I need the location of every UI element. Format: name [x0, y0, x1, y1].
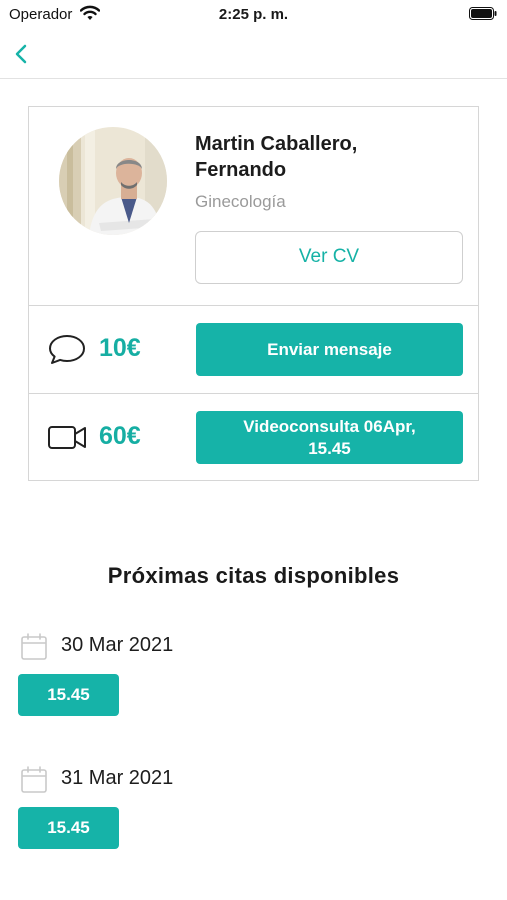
calendar-icon [21, 766, 47, 793]
video-consult-label-line1: Videoconsulta 06Apr, [243, 416, 416, 436]
battery-icon [469, 7, 497, 20]
doctor-card: Martin Caballero, Fernando Ginecología V… [28, 106, 479, 481]
video-consult-label-line2: 15.45 [308, 438, 351, 458]
view-cv-button[interactable]: Ver CV [195, 231, 463, 284]
appointment-date: 30 Mar 2021 [61, 634, 174, 656]
back-chevron-icon[interactable] [12, 42, 32, 66]
calendar-icon [21, 633, 47, 660]
video-service-row: 60€ Videoconsulta 06Apr, 15.45 [29, 393, 478, 481]
doctor-specialty: Ginecología [195, 192, 286, 211]
doctor-name-line2: Fernando [195, 159, 287, 181]
doctor-avatar [59, 127, 167, 235]
video-price: 60€ [99, 422, 141, 450]
video-consult-button[interactable]: Videoconsulta 06Apr, 15.45 [196, 411, 463, 464]
video-camera-icon [48, 426, 86, 449]
navigation-bar [0, 30, 507, 79]
message-service-row: 10€ Enviar mensaje [29, 305, 478, 394]
time-slot-button[interactable]: 15.45 [18, 674, 119, 716]
doctor-name-line1: Martin Caballero, [195, 133, 358, 155]
upcoming-appointments-title: Próximas citas disponibles [107, 563, 400, 588]
status-bar: Operador 2:25 p. m. [0, 0, 507, 30]
doctor-name: Martin Caballero, Fernando [195, 131, 465, 183]
chat-bubble-icon [49, 335, 85, 364]
send-message-button[interactable]: Enviar mensaje [196, 323, 463, 376]
message-price: 10€ [99, 334, 141, 362]
appointment-date: 31 Mar 2021 [61, 767, 174, 789]
doctor-profile-section: Martin Caballero, Fernando Ginecología V… [29, 107, 478, 306]
status-time: 2:25 p. m. [218, 6, 289, 23]
time-slot-button[interactable]: 15.45 [18, 807, 119, 849]
